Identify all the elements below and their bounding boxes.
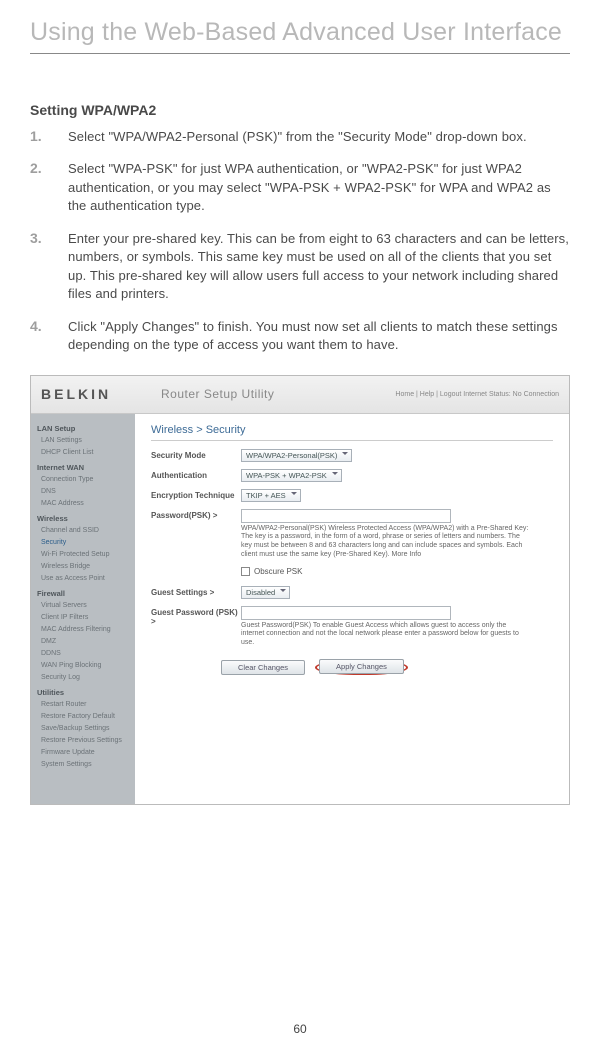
sidebar-item[interactable]: Wi-Fi Protected Setup [31,549,135,561]
step-text: Select "WPA-PSK" for just WPA authentica… [68,160,570,215]
sidebar-item[interactable]: Connection Type [31,474,135,486]
step-number: 4. [30,318,46,355]
obscure-checkbox[interactable] [241,567,250,576]
router-content: Wireless > Security Security Mode WPA/WP… [135,414,569,804]
label-authentication: Authentication [151,469,241,480]
button-row: Clear Changes Apply Changes [221,660,553,675]
sidebar-item[interactable]: DMZ [31,636,135,648]
sidebar-item[interactable]: DHCP Client List [31,447,135,459]
step-number: 1. [30,128,46,146]
sidebar-item-security[interactable]: Security [31,537,135,549]
label-encryption: Encryption Technique [151,489,241,500]
page-title: Using the Web-Based Advanced User Interf… [30,18,570,47]
sidebar: LAN Setup LAN Settings DHCP Client List … [31,414,135,804]
sidebar-item[interactable]: System Settings [31,759,135,771]
label-password: Password(PSK) > [151,509,241,520]
row-guest-password: Guest Password (PSK) > Guest Password(PS… [151,606,553,648]
guest-psk-input[interactable] [241,606,451,620]
sidebar-item[interactable]: MAC Address Filtering [31,624,135,636]
router-body: LAN Setup LAN Settings DHCP Client List … [31,414,569,804]
list-item: 2. Select "WPA-PSK" for just WPA authent… [30,160,570,215]
step-text: Enter your pre-shared key. This can be f… [68,230,570,304]
sidebar-item[interactable]: Restore Previous Settings [31,735,135,747]
sidebar-item[interactable]: Restart Router [31,699,135,711]
sidebar-group: Utilities [31,684,135,699]
section-heading: Setting WPA/WPA2 [30,102,570,118]
sidebar-item[interactable]: Virtual Servers [31,600,135,612]
sidebar-item[interactable]: Client IP Filters [31,612,135,624]
router-header: BELKIN Router Setup Utility Home | Help … [31,376,569,414]
instruction-list: 1. Select "WPA/WPA2-Personal (PSK)" from… [30,128,570,355]
label-guest-settings: Guest Settings > [151,586,241,597]
row-password: Password(PSK) > WPA/WPA2-Personal(PSK) W… [151,509,553,560]
sidebar-item[interactable]: DDNS [31,648,135,660]
title-rule [30,53,570,54]
apply-highlight-icon: Apply Changes [315,660,408,675]
sidebar-item[interactable]: Firmware Update [31,747,135,759]
sidebar-item[interactable]: LAN Settings [31,435,135,447]
sidebar-group: Firewall [31,585,135,600]
breadcrumb: Wireless > Security [151,424,553,436]
sidebar-item[interactable]: WAN Ping Blocking [31,660,135,672]
router-ui-screenshot: BELKIN Router Setup Utility Home | Help … [30,375,570,805]
row-security-mode: Security Mode WPA/WPA2-Personal(PSK) [151,449,553,462]
content-rule [151,440,553,441]
clear-changes-button[interactable]: Clear Changes [221,660,305,675]
brand-logo: BELKIN [41,386,161,402]
security-mode-select[interactable]: WPA/WPA2-Personal(PSK) [241,449,352,462]
sidebar-item[interactable]: DNS [31,486,135,498]
header-status: Home | Help | Logout Internet Status: No… [395,391,559,398]
utility-title: Router Setup Utility [161,387,274,401]
list-item: 3. Enter your pre-shared key. This can b… [30,230,570,304]
step-number: 2. [30,160,46,215]
sidebar-item[interactable]: Wireless Bridge [31,561,135,573]
step-text: Click "Apply Changes" to finish. You mus… [68,318,570,355]
row-obscure: Obscure PSK [241,567,553,576]
row-guest-settings: Guest Settings > Disabled [151,586,553,599]
psk-input[interactable] [241,509,451,523]
step-number: 3. [30,230,46,304]
step-text: Select "WPA/WPA2-Personal (PSK)" from th… [68,128,527,146]
page-number: 60 [293,1022,306,1036]
encryption-select[interactable]: TKIP + AES [241,489,301,502]
sidebar-group: LAN Setup [31,420,135,435]
obscure-label: Obscure PSK [254,567,302,576]
label-security-mode: Security Mode [151,449,241,460]
sidebar-item[interactable]: Restore Factory Default [31,711,135,723]
sidebar-item[interactable]: Channel and SSID [31,525,135,537]
sidebar-item[interactable]: Use as Access Point [31,573,135,585]
label-guest-password: Guest Password (PSK) > [151,606,241,626]
authentication-select[interactable]: WPA-PSK + WPA2-PSK [241,469,342,482]
psk-description: WPA/WPA2-Personal(PSK) Wireless Protecte… [241,525,531,560]
sidebar-item[interactable]: Save/Backup Settings [31,723,135,735]
sidebar-item[interactable]: MAC Address [31,498,135,510]
apply-changes-button[interactable]: Apply Changes [319,659,404,674]
row-authentication: Authentication WPA-PSK + WPA2-PSK [151,469,553,482]
sidebar-group: Wireless [31,510,135,525]
row-encryption: Encryption Technique TKIP + AES [151,489,553,502]
list-item: 1. Select "WPA/WPA2-Personal (PSK)" from… [30,128,570,146]
sidebar-item[interactable]: Security Log [31,672,135,684]
guest-description: Guest Password(PSK) To enable Guest Acce… [241,622,531,648]
list-item: 4. Click "Apply Changes" to finish. You … [30,318,570,355]
sidebar-group: Internet WAN [31,459,135,474]
guest-settings-select[interactable]: Disabled [241,586,290,599]
